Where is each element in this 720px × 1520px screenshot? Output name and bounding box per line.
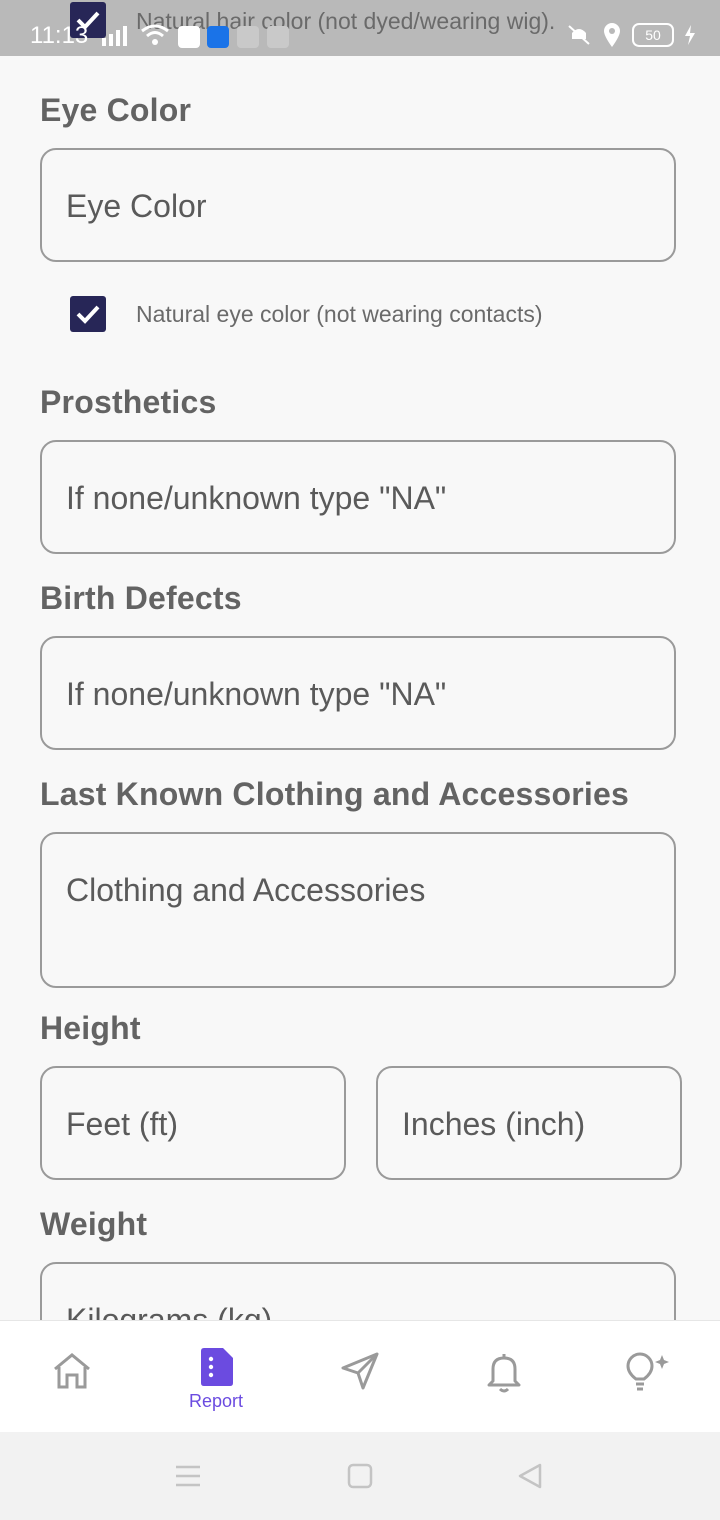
birth-defects-input[interactable]: If none/unknown type "NA" [40, 636, 676, 750]
birth-defects-placeholder: If none/unknown type "NA" [66, 676, 447, 712]
clothing-label: Last Known Clothing and Accessories [40, 776, 630, 812]
home-button-icon[interactable] [346, 1462, 374, 1490]
weight-label: Weight [40, 1206, 148, 1242]
location-icon [604, 23, 620, 47]
usb-icon [207, 26, 229, 48]
nav-notifications[interactable] [434, 1321, 574, 1433]
eye-color-input[interactable]: Eye Color [40, 148, 676, 262]
natural-eye-color-checkbox[interactable] [70, 296, 106, 332]
messenger-icon [178, 26, 200, 48]
weight-placeholder: Kilograms (kg) [66, 1302, 273, 1320]
status-time: 11:13 [30, 22, 89, 49]
height-inches-input[interactable]: Inches (inch) [376, 1066, 682, 1180]
home-icon [54, 1353, 90, 1389]
nav-home[interactable] [2, 1321, 142, 1433]
height-feet-input[interactable]: Feet (ft) [40, 1066, 346, 1180]
bell-icon [487, 1354, 521, 1393]
wifi-icon [141, 24, 169, 45]
report-form: Eye Color Eye Color Natural eye color (n… [0, 56, 720, 1320]
back-icon[interactable] [516, 1462, 544, 1490]
nav-report[interactable]: Report [146, 1321, 286, 1433]
status-bar: Natural hair color (not dyed/wearing wig… [0, 0, 720, 56]
natural-eye-color-label: Natural eye color (not wearing contacts) [136, 300, 543, 327]
nav-report-label: Report [188, 1391, 244, 1411]
eye-color-placeholder: Eye Color [66, 188, 207, 224]
send-icon [341, 1352, 379, 1390]
share-icon [237, 26, 259, 48]
prosthetics-input[interactable]: If none/unknown type "NA" [40, 440, 676, 554]
height-inches-placeholder: Inches (inch) [402, 1106, 586, 1142]
nav-ideas[interactable] [578, 1321, 718, 1433]
mute-icon [568, 25, 590, 45]
signal-icon [102, 26, 127, 46]
clothing-placeholder: Clothing and Accessories [66, 872, 426, 908]
height-feet-placeholder: Feet (ft) [66, 1106, 179, 1142]
prosthetics-label: Prosthetics [40, 384, 217, 420]
bottom-nav: Report [0, 1320, 720, 1433]
prosthetics-placeholder: If none/unknown type "NA" [66, 480, 447, 516]
height-label: Height [40, 1010, 141, 1046]
report-icon [201, 1348, 233, 1386]
birth-defects-label: Birth Defects [40, 580, 242, 616]
menu-icon[interactable] [174, 1462, 202, 1490]
layers-icon [267, 26, 289, 48]
charging-icon [685, 25, 695, 45]
system-nav-bar [0, 1432, 720, 1520]
natural-eye-color-row[interactable]: Natural eye color (not wearing contacts) [70, 296, 543, 332]
lightbulb-icon [626, 1352, 669, 1391]
clothing-input[interactable]: Clothing and Accessories [40, 832, 676, 988]
weight-input[interactable]: Kilograms (kg) [40, 1262, 676, 1320]
nav-send[interactable] [290, 1321, 430, 1433]
checkmark-icon [76, 305, 100, 324]
battery-indicator: 50 [632, 23, 674, 47]
eye-color-label: Eye Color [40, 92, 192, 128]
